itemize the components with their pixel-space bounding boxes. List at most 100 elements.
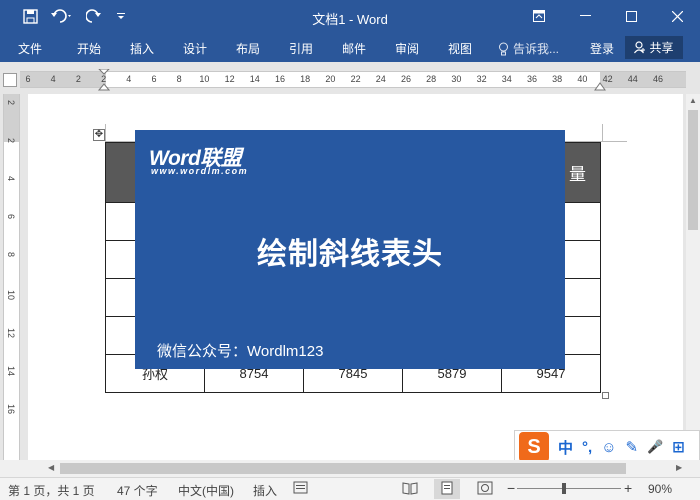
- tab-selector[interactable]: [3, 73, 17, 87]
- ime-emoji-icon[interactable]: ☺: [601, 439, 616, 456]
- read-mode-icon[interactable]: [402, 481, 418, 495]
- tab-references[interactable]: 引用: [289, 40, 313, 57]
- ruler-tick-label: 40: [577, 74, 588, 84]
- brand-url: www.wordlm.com: [151, 166, 249, 176]
- language-indicator[interactable]: 中文(中国): [178, 482, 234, 499]
- page-count[interactable]: 第 1 页，共 1 页: [8, 482, 95, 499]
- tell-me-box[interactable]: 告诉我...: [498, 40, 559, 57]
- vruler-tick-label: 12: [6, 328, 16, 339]
- ime-punctuation-icon[interactable]: °,: [582, 439, 592, 456]
- scroll-right-icon[interactable]: ▶: [676, 463, 682, 472]
- customize-qat-icon[interactable]: [114, 5, 128, 27]
- redo-icon[interactable]: [83, 5, 105, 27]
- ruler-tick-label: 2: [75, 74, 81, 84]
- tab-design[interactable]: 设计: [183, 40, 207, 57]
- ruler-right-margin: [600, 72, 686, 87]
- zoom-slider[interactable]: [517, 488, 621, 489]
- margin-guide: [105, 124, 106, 142]
- print-layout-icon[interactable]: [439, 481, 455, 495]
- ruler-left-margin: [20, 72, 106, 87]
- ruler-tick-label: 28: [426, 74, 437, 84]
- tab-home[interactable]: 开始: [77, 40, 101, 57]
- lightbulb-icon: [499, 42, 508, 55]
- vruler-tick-label: 10: [6, 290, 16, 301]
- ruler-tick-label: 18: [300, 74, 311, 84]
- vruler-tick-label: 6: [6, 214, 16, 220]
- vruler-tick-label: 8: [6, 252, 16, 258]
- share-label: 共享: [649, 41, 674, 55]
- vruler-tick-label: 2: [6, 100, 16, 106]
- table-resize-handle[interactable]: [602, 392, 609, 399]
- zoom-out-icon[interactable]: −: [507, 480, 515, 496]
- header-text: 量: [569, 165, 586, 184]
- ruler-tick-label: 22: [350, 74, 361, 84]
- share-person-icon: [634, 41, 646, 54]
- ruler-tick-label: 16: [274, 74, 286, 84]
- vruler-tick-label: 16: [6, 404, 16, 415]
- save-icon[interactable]: [18, 5, 42, 27]
- ruler-tick-label: 38: [552, 74, 563, 84]
- word-count[interactable]: 47 个字: [117, 482, 158, 499]
- insert-mode[interactable]: 插入: [253, 482, 277, 499]
- ruler-tick-label: 24: [375, 74, 386, 84]
- horizontal-ruler[interactable]: 6 4 2 2 4 6 8 10 12 14 16 18 20 22 24 26 28 30 32 34 36 38 40 4…: [20, 69, 686, 91]
- vruler-tick-label: 4: [6, 176, 16, 182]
- tab-view[interactable]: 视图: [448, 40, 472, 57]
- vertical-scroll-thumb[interactable]: [688, 110, 698, 230]
- zoom-level[interactable]: 90%: [648, 482, 672, 496]
- close-icon[interactable]: [654, 0, 700, 32]
- ruler-tick-label: 34: [501, 74, 512, 84]
- vertical-ruler[interactable]: 2 2 4 6 8 10 12 14 16: [3, 94, 20, 460]
- ruler-tick-label: 26: [400, 74, 412, 84]
- ime-toolbar[interactable]: S 中 °, ☺ ✎ 🎤 ⊞: [514, 430, 700, 464]
- ruler-tick-label: 12: [224, 74, 235, 84]
- web-layout-icon[interactable]: [477, 481, 493, 495]
- ruler-tick-label: 8: [176, 74, 182, 84]
- title-banner-overlay: Word联盟 www.wordlm.com 绘制斜线表头 微信公众号：Wordl…: [135, 130, 565, 369]
- ruler-tick-label: 20: [325, 74, 336, 84]
- ruler-tick-label: 4: [126, 74, 132, 84]
- document-page[interactable]: ✥ 量 孙权 8754 7845 5879 9547 Word联盟 www.wo…: [28, 94, 683, 460]
- ruler-tick-label: 14: [249, 74, 260, 84]
- maximize-icon[interactable]: [608, 0, 654, 32]
- share-button[interactable]: 共享: [625, 36, 683, 59]
- ruler-tick-label: 46: [652, 74, 664, 84]
- zoom-in-icon[interactable]: +: [624, 480, 632, 496]
- ime-handwrite-icon[interactable]: ✎: [626, 438, 639, 456]
- tab-file[interactable]: 文件: [18, 40, 42, 57]
- horizontal-scroll-thumb[interactable]: [60, 463, 626, 474]
- ime-voice-icon[interactable]: 🎤: [647, 439, 663, 455]
- minimize-icon[interactable]: [562, 0, 608, 32]
- sogou-logo-icon[interactable]: S: [519, 432, 549, 462]
- table-move-handle[interactable]: ✥: [93, 129, 105, 141]
- macro-record-icon[interactable]: [293, 481, 309, 495]
- ruler-tick-label: 4: [50, 74, 56, 84]
- vertical-scrollbar[interactable]: ▲: [686, 94, 700, 460]
- title-bar: 文档1 - Word: [0, 0, 700, 34]
- ruler-tick-label: 44: [627, 74, 638, 84]
- vruler-tick-label: 14: [6, 366, 16, 377]
- horizontal-scrollbar[interactable]: ◀ ▶: [0, 460, 700, 477]
- scroll-up-icon[interactable]: ▲: [686, 94, 700, 108]
- tab-layout[interactable]: 布局: [236, 40, 260, 57]
- ruler-tick-label: 6: [25, 74, 31, 84]
- ruler-tick-label: 6: [151, 74, 157, 84]
- tab-review[interactable]: 审阅: [395, 40, 419, 57]
- undo-icon[interactable]: [48, 5, 76, 27]
- scroll-left-icon[interactable]: ◀: [48, 463, 54, 472]
- ruler-tick-label: 10: [199, 74, 210, 84]
- tab-mailings[interactable]: 邮件: [342, 40, 366, 57]
- login-link[interactable]: 登录: [590, 40, 614, 57]
- tab-insert[interactable]: 插入: [130, 40, 154, 57]
- tell-me-label: 告诉我...: [513, 42, 560, 56]
- status-bar: 第 1 页，共 1 页 47 个字 中文(中国) 插入 − + 90%: [0, 477, 700, 500]
- right-indent-marker-icon[interactable]: [594, 77, 606, 91]
- ime-mode-chinese[interactable]: 中: [558, 437, 573, 458]
- indent-marker-icon[interactable]: [98, 69, 110, 91]
- zoom-slider-thumb[interactable]: [561, 483, 566, 494]
- ime-toolbox-icon[interactable]: ⊞: [672, 438, 685, 456]
- ruler-tick-label: 36: [526, 74, 538, 84]
- ribbon-display-options-icon[interactable]: [516, 0, 562, 32]
- margin-guide: [602, 124, 603, 142]
- banner-headline: 绘制斜线表头: [257, 238, 443, 271]
